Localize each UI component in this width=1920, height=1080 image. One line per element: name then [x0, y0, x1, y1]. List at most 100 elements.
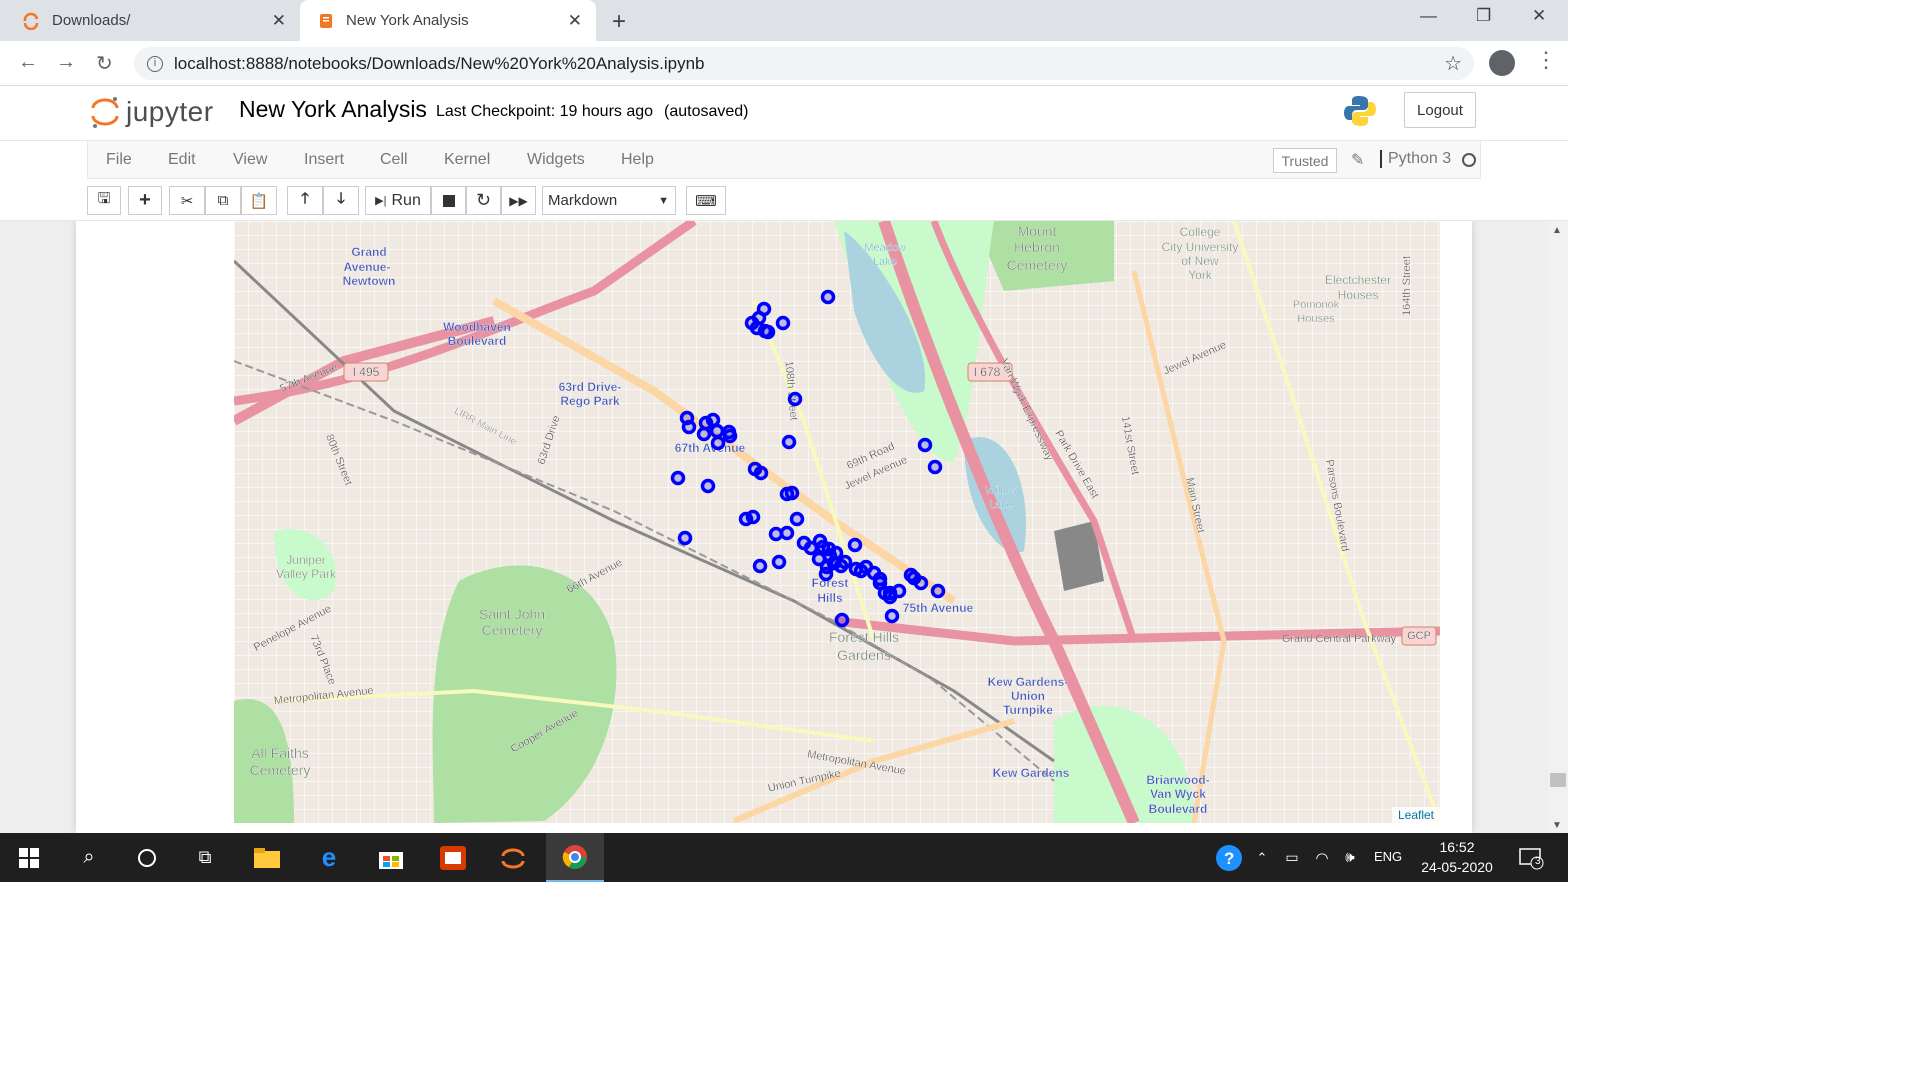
notification-center-icon[interactable]: 3	[1512, 833, 1550, 882]
scroll-up-icon[interactable]: ▲	[1552, 225, 1562, 236]
back-icon[interactable]: ←	[18, 51, 38, 74]
tray-chevron-icon[interactable]: ⌃	[1252, 833, 1272, 882]
store-icon[interactable]	[364, 833, 418, 882]
trusted-indicator[interactable]: Trusted	[1273, 148, 1337, 173]
forward-icon[interactable]: →	[56, 51, 76, 74]
circle-marker[interactable]	[789, 511, 805, 527]
command-palette-button[interactable]: ⌨	[686, 186, 726, 215]
restore-icon[interactable]: ❐	[1476, 6, 1491, 26]
circle-marker[interactable]	[927, 459, 943, 475]
interrupt-button[interactable]	[431, 186, 466, 215]
circle-marker[interactable]	[677, 530, 693, 546]
start-button[interactable]	[0, 833, 58, 882]
menu-edit[interactable]: Edit	[168, 151, 196, 169]
circle-marker[interactable]	[837, 554, 853, 570]
menu-widgets[interactable]: Widgets	[527, 151, 585, 169]
wifi-icon[interactable]: ◠	[1310, 833, 1334, 882]
tab-title: Downloads/	[52, 12, 131, 29]
circle-marker[interactable]	[681, 419, 697, 435]
circle-marker[interactable]	[745, 509, 761, 525]
circle-marker[interactable]	[917, 437, 933, 453]
move-up-button[interactable]: 🡑	[287, 186, 323, 215]
new-tab-icon[interactable]: +	[612, 8, 626, 36]
minimize-icon[interactable]: —	[1420, 6, 1437, 26]
circle-marker[interactable]	[700, 478, 716, 494]
circle-marker[interactable]	[787, 391, 803, 407]
notebook-name[interactable]: New York Analysis	[239, 96, 427, 123]
jupyter-taskbar-icon[interactable]	[486, 833, 540, 882]
scroll-down-icon[interactable]: ▼	[1552, 820, 1562, 831]
restart-run-all-button[interactable]: ▶▶	[501, 186, 536, 215]
circle-marker[interactable]	[818, 566, 834, 582]
page-scrollbar[interactable]: ▲ ▼	[1548, 221, 1568, 833]
chrome-taskbar-icon[interactable]	[546, 833, 604, 882]
info-icon[interactable]: i	[147, 55, 163, 72]
copy-button[interactable]: ⧉	[205, 186, 241, 215]
circle-marker[interactable]	[696, 426, 712, 442]
menu-help[interactable]: Help	[621, 151, 654, 169]
circle-marker[interactable]	[834, 612, 850, 628]
circle-marker[interactable]	[670, 470, 686, 486]
circle-marker[interactable]	[820, 289, 836, 305]
circle-marker[interactable]	[722, 428, 738, 444]
close-window-icon[interactable]: ✕	[1532, 6, 1546, 26]
browser-menu-icon[interactable]: ⋮	[1535, 47, 1557, 73]
map-label: Woodhaven	[443, 320, 511, 334]
run-button[interactable]: ▶| Run	[365, 186, 431, 215]
menu-cell[interactable]: Cell	[380, 151, 408, 169]
leaflet-attribution[interactable]: Leaflet	[1391, 807, 1440, 823]
circle-marker[interactable]	[779, 525, 795, 541]
paste-button[interactable]: 📋	[241, 186, 277, 215]
battery-icon[interactable]: ▭	[1280, 833, 1304, 882]
close-tab-icon[interactable]: ✕	[568, 11, 582, 31]
circle-marker[interactable]	[709, 423, 725, 439]
tab-new-york-analysis[interactable]: New York Analysis ✕	[300, 0, 596, 41]
circle-marker[interactable]	[847, 537, 863, 553]
circle-marker[interactable]	[884, 608, 900, 624]
file-explorer-icon[interactable]	[240, 833, 294, 882]
bookmark-star-icon[interactable]: ☆	[1444, 51, 1462, 76]
cortana-icon[interactable]	[120, 833, 174, 882]
profile-avatar-icon[interactable]	[1489, 50, 1515, 76]
volume-icon[interactable]: 🕪	[1338, 833, 1362, 882]
map-label: Grand	[351, 245, 386, 259]
help-icon[interactable]: ?	[1212, 833, 1246, 882]
folium-map[interactable]: Grand Avenue- Newtown Woodhaven Boulevard 63r…	[234, 221, 1440, 823]
circle-marker[interactable]	[784, 485, 800, 501]
circle-marker[interactable]	[752, 558, 768, 574]
close-tab-icon[interactable]: ✕	[272, 11, 286, 31]
search-icon[interactable]: ⌕	[62, 833, 116, 882]
circle-marker[interactable]	[930, 583, 946, 599]
move-down-button[interactable]: 🡓	[323, 186, 359, 215]
menu-kernel[interactable]: Kernel	[444, 151, 490, 169]
circle-marker[interactable]	[771, 554, 787, 570]
edge-icon[interactable]: e	[302, 833, 356, 882]
logout-button[interactable]: Logout	[1404, 92, 1476, 128]
cell-type-select[interactable]: Markdown ▼	[542, 186, 676, 215]
url-input[interactable]: i localhost:8888/notebooks/Downloads/New…	[134, 47, 1474, 80]
jupyter-logo[interactable]: jupyter	[90, 94, 214, 130]
restart-button[interactable]: ↻	[466, 186, 501, 215]
circle-marker[interactable]	[913, 575, 929, 591]
circle-marker[interactable]	[882, 589, 898, 605]
circle-marker[interactable]	[775, 315, 791, 331]
menu-insert[interactable]: Insert	[304, 151, 344, 169]
circle-marker[interactable]	[710, 435, 726, 451]
cut-button[interactable]: ✂	[169, 186, 205, 215]
language-indicator[interactable]: ENG	[1374, 849, 1402, 864]
circle-marker[interactable]	[753, 465, 769, 481]
insert-cell-button[interactable]: +	[128, 186, 162, 215]
map-canvas[interactable]: GrandAvenue-NewtownWoodhavenBoulevard63r…	[234, 221, 1440, 823]
task-view-icon[interactable]: ⧉	[178, 833, 232, 882]
system-clock[interactable]: 16:52 24-05-2020	[1413, 837, 1501, 877]
save-button[interactable]: 🖫	[87, 186, 121, 215]
menu-view[interactable]: View	[233, 151, 267, 169]
pencil-icon[interactable]: ✎	[1351, 150, 1364, 170]
scroll-thumb[interactable]	[1550, 773, 1566, 787]
circle-marker[interactable]	[781, 434, 797, 450]
circle-marker[interactable]	[760, 324, 776, 340]
tab-downloads[interactable]: Downloads/ ✕	[0, 0, 300, 41]
menu-file[interactable]: File	[106, 151, 132, 169]
reload-icon[interactable]: ↻	[96, 51, 113, 76]
app-icon[interactable]	[426, 833, 480, 882]
